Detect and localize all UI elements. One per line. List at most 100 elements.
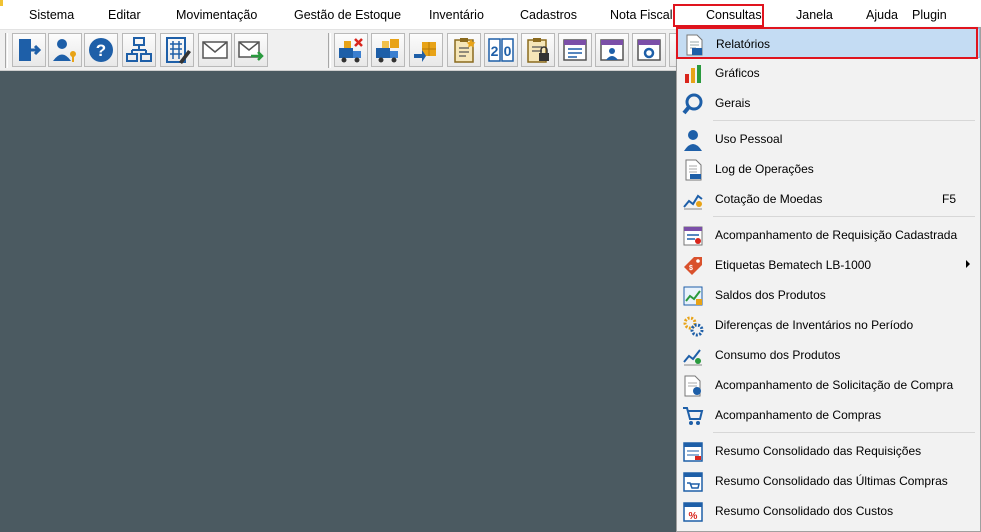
truck-boxes-button[interactable]: [371, 33, 405, 67]
envelope-button[interactable]: [198, 33, 232, 67]
toolbar-grip-2[interactable]: [328, 33, 331, 68]
clipboard-star-icon: [454, 38, 476, 63]
box-transfer-button[interactable]: [409, 33, 443, 67]
clipboard-lock-icon: [527, 38, 549, 63]
form-user-button[interactable]: [595, 33, 629, 67]
gears-icon: [683, 316, 704, 337]
menu-item-label: Gráficos: [715, 66, 760, 80]
help-button[interactable]: ?: [84, 33, 118, 67]
menu-item-label: Diferenças de Inventários no Período: [715, 318, 914, 332]
consumption-chart-icon: [683, 349, 702, 366]
menu-item-diferencas-inventarios[interactable]: Diferenças de Inventários no Período: [677, 310, 980, 340]
menu-item-label: Cotação de Moedas: [715, 192, 823, 206]
requisition-form-icon: [683, 226, 703, 246]
box-transfer-icon: [414, 42, 436, 62]
shopping-cart-icon: [683, 407, 704, 425]
counter-20-icon: 20: [488, 38, 514, 62]
clipboard-star-button[interactable]: [447, 33, 481, 67]
consultas-dropdown-menu: Relatórios Gráficos Gerais Uso Pessoal L…: [676, 27, 981, 532]
menu-item-acompanhamento-requisicao[interactable]: Acompanhamento de Requisição Cadastrada: [677, 220, 980, 250]
price-tag-icon: $: [684, 257, 702, 275]
menu-item-label: Uso Pessoal: [715, 132, 783, 146]
envelope-send-button[interactable]: [234, 33, 268, 67]
summary-purchases-icon: [683, 472, 703, 492]
menu-inventario[interactable]: Inventário: [429, 8, 484, 22]
menu-item-label: Acompanhamento de Compras: [715, 408, 882, 422]
menu-item-cotacao-de-moedas[interactable]: Cotação de Moedas F5: [677, 184, 980, 214]
menu-separator: [713, 120, 975, 121]
log-document-icon: [685, 159, 702, 181]
form-button[interactable]: [558, 33, 592, 67]
menu-ajuda[interactable]: Ajuda: [866, 8, 898, 22]
exit-button[interactable]: [12, 33, 46, 67]
menu-item-label: Log de Operações: [715, 162, 814, 176]
form-config-button[interactable]: [632, 33, 666, 67]
menu-item-label: Saldos dos Produtos: [715, 288, 826, 302]
menu-item-graficos[interactable]: Gráficos: [677, 58, 980, 88]
org-chart-button[interactable]: [122, 33, 156, 67]
corner-mark: [0, 0, 3, 6]
consultas-highlight-box: [673, 4, 764, 27]
form-config-icon: [637, 39, 661, 61]
truck-boxes-icon: [376, 39, 399, 63]
menu-item-label: Gerais: [715, 96, 751, 110]
menu-sistema[interactable]: Sistema: [29, 8, 74, 22]
truck-cancel-button[interactable]: [334, 33, 368, 67]
menu-plugin[interactable]: Plugin: [912, 8, 947, 22]
menu-movimentacao[interactable]: Movimentação: [176, 8, 257, 22]
menu-item-resumo-requisicoes[interactable]: Resumo Consolidado das Requisições: [677, 436, 980, 466]
menu-item-label: Consumo dos Produtos: [715, 348, 841, 362]
form-user-icon: [600, 39, 624, 61]
org-chart-icon: [126, 37, 152, 62]
menu-item-log-de-operacoes[interactable]: Log de Operações: [677, 154, 980, 184]
menu-editar[interactable]: Editar: [108, 8, 141, 22]
summary-costs-icon: %: [683, 502, 703, 522]
person-icon: [684, 130, 702, 151]
menu-item-resumo-ultimas-compras[interactable]: Resumo Consolidado das Últimas Compras: [677, 466, 980, 496]
bar-chart-icon: [685, 65, 701, 83]
menu-item-consumo-dos-produtos[interactable]: Consumo dos Produtos: [677, 340, 980, 370]
toolbar-grip[interactable]: [5, 33, 8, 68]
counter-20-button[interactable]: 20: [484, 33, 518, 67]
menu-gestao-de-estoque[interactable]: Gestão de Estoque: [294, 8, 401, 22]
menu-item-gerais[interactable]: Gerais: [677, 88, 980, 118]
menu-separator: [713, 216, 975, 217]
exit-icon: [19, 39, 42, 61]
svg-text:$: $: [689, 265, 693, 272]
svg-text:2: 2: [491, 43, 499, 59]
user-key-icon: [53, 39, 76, 62]
stock-chart-icon: [683, 286, 703, 306]
svg-text:%: %: [689, 511, 698, 522]
form-icon: [563, 39, 587, 61]
user-key-button[interactable]: [48, 33, 82, 67]
menu-janela[interactable]: Janela: [796, 8, 833, 22]
relatorios-highlight-box: [676, 27, 978, 59]
menu-item-acompanhamento-compras[interactable]: Acompanhamento de Compras: [677, 400, 980, 430]
svg-text:?: ?: [96, 41, 106, 60]
menu-bar: Sistema Editar Movimentação Gestão de Es…: [0, 0, 981, 30]
menu-item-label: Etiquetas Bematech LB-1000: [715, 258, 872, 272]
trend-chart-icon: [683, 194, 703, 210]
calculator-icon: [166, 37, 191, 64]
truck-cancel-icon: [339, 38, 363, 63]
menu-item-label: Resumo Consolidado dos Custos: [715, 504, 894, 518]
magnifier-icon: [682, 93, 703, 115]
help-icon: ?: [89, 38, 113, 62]
menu-item-label: Acompanhamento de Solicitação de Compra: [715, 378, 954, 392]
menu-nota-fiscal[interactable]: Nota Fiscal: [610, 8, 673, 22]
menu-separator: [713, 432, 975, 433]
svg-text:0: 0: [504, 43, 512, 59]
menu-item-uso-pessoal[interactable]: Uso Pessoal: [677, 124, 980, 154]
menu-cadastros[interactable]: Cadastros: [520, 8, 577, 22]
clipboard-lock-button[interactable]: [521, 33, 555, 67]
menu-item-etiquetas-bematech[interactable]: $ Etiquetas Bematech LB-1000: [677, 250, 980, 280]
envelope-send-icon: [238, 41, 264, 61]
menu-item-saldos-dos-produtos[interactable]: Saldos dos Produtos: [677, 280, 980, 310]
menu-item-resumo-custos[interactable]: % Resumo Consolidado dos Custos: [677, 496, 980, 526]
calculator-button[interactable]: [160, 33, 194, 67]
submenu-arrow-icon: [966, 260, 970, 268]
menu-item-label: Acompanhamento de Requisição Cadastrada: [715, 228, 958, 242]
menu-item-label: Resumo Consolidado das Requisições: [715, 444, 922, 458]
summary-requisitions-icon: [683, 442, 703, 462]
menu-item-acompanhamento-solicitacao[interactable]: Acompanhamento de Solicitação de Compra: [677, 370, 980, 400]
